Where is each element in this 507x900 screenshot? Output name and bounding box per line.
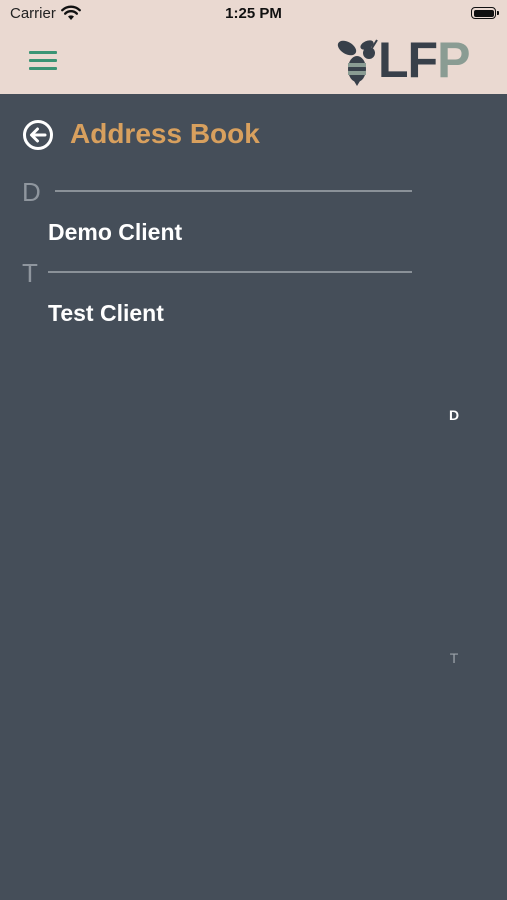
menu-line-icon (29, 59, 57, 62)
battery-icon (471, 7, 496, 19)
logo-letter-f: F (407, 32, 439, 88)
lfp-logo: LFP (336, 32, 486, 88)
contact-item-demo-client[interactable]: Demo Client (48, 217, 182, 247)
title-row: Address Book (22, 116, 442, 156)
menu-line-icon (29, 67, 57, 70)
section-divider (55, 190, 412, 192)
index-letter-t[interactable]: T (440, 650, 468, 666)
menu-line-icon (29, 51, 57, 54)
section-header-t: T (22, 258, 38, 288)
back-arrow-icon[interactable] (22, 119, 54, 151)
hamburger-menu-button[interactable] (22, 46, 64, 76)
logo-letter-l: L (378, 32, 409, 88)
page-title: Address Book (70, 118, 260, 149)
status-time: 1:25 PM (225, 5, 282, 22)
logo-letter-p: P (437, 32, 470, 88)
section-divider (48, 271, 412, 273)
app-header: Carrier 1:25 PM LFP (0, 0, 507, 94)
status-bar: Carrier 1:25 PM (0, 0, 507, 30)
section-header-d: D (22, 177, 41, 207)
bee-icon (337, 39, 378, 86)
contact-item-test-client[interactable]: Test Client (48, 298, 164, 328)
index-letter-d[interactable]: D (440, 407, 468, 423)
logo-wordmark: LFP (378, 32, 470, 88)
battery-tip (497, 11, 499, 15)
